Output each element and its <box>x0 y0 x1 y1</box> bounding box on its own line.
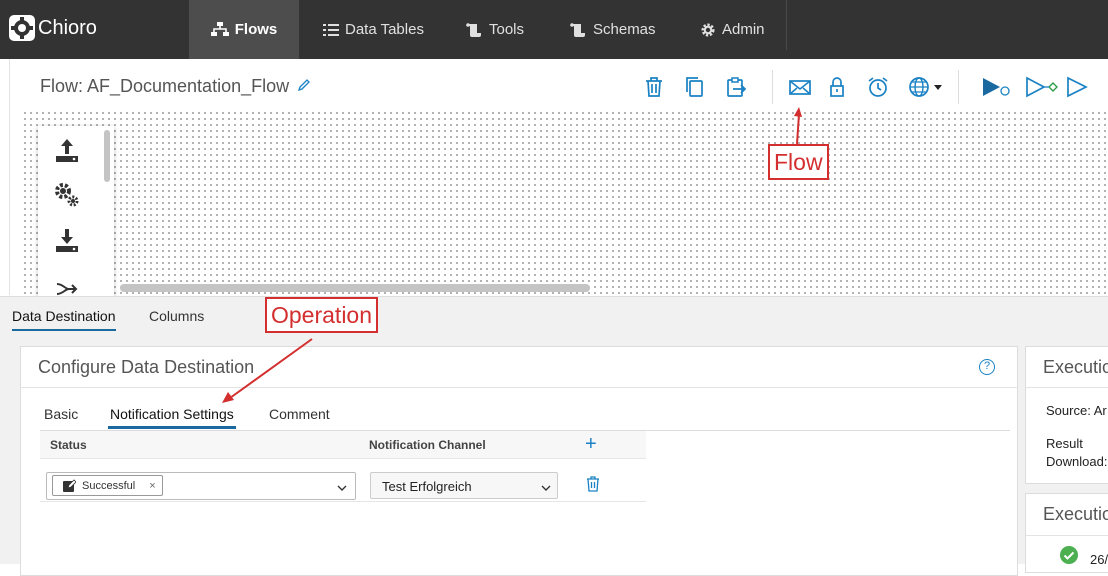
trash-icon <box>587 476 599 492</box>
nav-admin-label: Admin <box>722 21 765 38</box>
nav-schemas[interactable]: Schemas <box>570 0 656 59</box>
play-icon <box>1067 76 1088 98</box>
nav-admin[interactable]: Admin <box>700 0 765 59</box>
upload-icon[interactable] <box>52 136 82 166</box>
nav-schemas-label: Schemas <box>593 21 656 38</box>
alarm-clock-icon <box>868 77 888 97</box>
edit-square-icon <box>63 479 76 492</box>
help-icon[interactable]: ? <box>979 359 995 375</box>
source-value: Ar <box>1093 403 1107 418</box>
annotation-arrow <box>794 107 802 145</box>
status-chip: Successful × <box>52 475 163 496</box>
flow-canvas[interactable] <box>22 110 1108 294</box>
nav-data-tables[interactable]: Data Tables <box>323 0 424 59</box>
source-label: Source: <box>1046 403 1091 418</box>
trash-icon <box>646 77 662 97</box>
success-check-icon <box>1060 546 1078 564</box>
export-flow-button[interactable] <box>723 74 749 100</box>
result-download-label: Result Download: <box>1046 435 1107 471</box>
execution-panel-divider <box>1025 387 1108 388</box>
tab-data-destination[interactable]: Data Destination <box>12 308 116 331</box>
subtab-basic[interactable]: Basic <box>44 406 78 422</box>
run-icon <box>983 78 1010 96</box>
language-dropdown[interactable] <box>906 74 946 100</box>
left-collapsed-panel <box>0 59 10 295</box>
nav-divider <box>786 0 787 50</box>
status-chip-label: Successful <box>82 479 136 492</box>
top-navigation: Chioro Flows Data Tables Tools Schemas A… <box>0 0 1108 59</box>
panel-divider <box>20 387 1018 388</box>
flow-notification-button[interactable] <box>787 74 813 100</box>
toolbar-divider <box>772 70 773 104</box>
flow-title: Flow: AF_Documentation_Flow <box>40 76 311 97</box>
delete-flow-button[interactable] <box>641 74 667 100</box>
notification-channel-value: Test Erfolgreich <box>382 479 472 494</box>
canvas-horizontal-scrollbar[interactable] <box>120 284 590 292</box>
notification-channel-select[interactable]: Test Erfolgreich <box>370 472 558 499</box>
source-row: Source: Ar <box>1046 402 1107 420</box>
add-notification-button[interactable]: + <box>585 434 597 454</box>
globe-icon <box>909 77 942 97</box>
edit-pencil-icon[interactable] <box>297 76 311 97</box>
execution-entry-date[interactable]: 26/ <box>1090 551 1108 569</box>
palette-scrollbar[interactable] <box>104 130 110 182</box>
run-flow-button[interactable] <box>980 74 1012 100</box>
debug-run-button[interactable] <box>1024 74 1058 100</box>
configure-panel <box>20 346 1018 576</box>
run-debug-icon <box>1026 76 1058 98</box>
copy-flow-button[interactable] <box>682 74 708 100</box>
execution-panel-title: Execution <box>1043 357 1108 377</box>
result-label: Result <box>1046 436 1083 451</box>
schedule-flow-button[interactable] <box>865 74 891 100</box>
gears-icon[interactable] <box>52 180 82 210</box>
download-icon[interactable] <box>52 226 82 256</box>
mail-icon <box>789 80 811 95</box>
node-palette <box>38 126 114 298</box>
execution-history-title: Execution <box>1043 504 1108 524</box>
nav-flows-label: Flows <box>234 21 278 38</box>
nav-flows[interactable]: Flows <box>189 0 299 59</box>
download-label: Download: <box>1046 454 1108 469</box>
subtab-comment[interactable]: Comment <box>269 406 330 422</box>
export-icon <box>727 77 747 97</box>
nav-tools-label: Tools <box>489 21 525 38</box>
chevron-down-icon <box>337 485 347 491</box>
notification-table-header <box>40 431 646 459</box>
app-name: Chioro <box>38 16 97 39</box>
chevron-down-icon <box>541 485 551 491</box>
play-button[interactable] <box>1064 74 1090 100</box>
column-header-status: Status <box>50 438 87 452</box>
list-icon <box>323 23 339 36</box>
column-header-notification-channel: Notification Channel <box>369 438 486 452</box>
scroll-icon <box>570 22 585 37</box>
annotation-flow-label: Flow <box>768 144 829 180</box>
merge-icon[interactable] <box>52 276 82 298</box>
execution-history-divider <box>1025 535 1108 536</box>
toolbar-divider <box>958 70 959 104</box>
app-logo[interactable]: Chioro <box>8 10 97 46</box>
subtab-notification-settings[interactable]: Notification Settings <box>108 406 236 429</box>
scroll-icon <box>466 22 481 37</box>
annotation-arrow <box>222 338 313 403</box>
table-row-divider <box>40 501 646 502</box>
chioro-logo-icon <box>8 14 36 42</box>
gear-icon <box>701 23 715 36</box>
remove-chip-icon[interactable]: × <box>149 480 155 492</box>
flow-title-text: Flow: AF_Documentation_Flow <box>40 76 290 96</box>
copy-icon <box>686 77 703 97</box>
lock-flow-button[interactable] <box>824 74 850 100</box>
sitemap-icon <box>210 22 229 36</box>
nav-tools[interactable]: Tools <box>466 0 524 59</box>
annotation-operation-label: Operation <box>265 297 379 333</box>
lock-icon <box>830 77 844 97</box>
tab-columns[interactable]: Columns <box>149 308 204 324</box>
nav-data-tables-label: Data Tables <box>345 21 424 38</box>
delete-row-button[interactable] <box>586 476 600 492</box>
